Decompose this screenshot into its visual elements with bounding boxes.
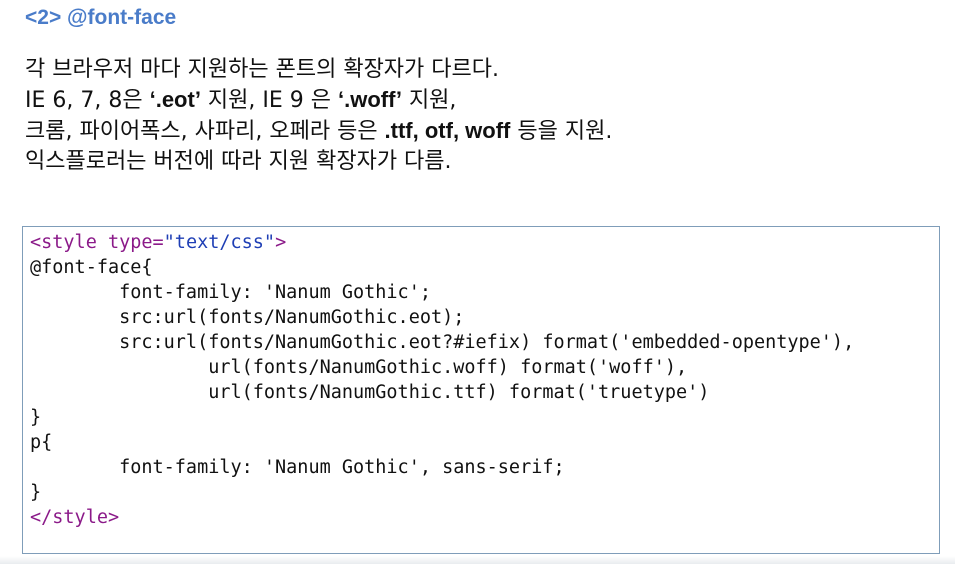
description-line-1: 각 브라우저 마다 지원하는 폰트의 확장자가 다르다. — [25, 57, 499, 82]
ie-versions-text: IE 6, 7, 8은 — [25, 88, 150, 113]
code-line-12: </style> — [30, 507, 120, 528]
browsers-text: 크롬, 파이어폭스, 사파리, 오페라 등은 — [25, 119, 385, 144]
style-tag-open: <style — [30, 232, 108, 253]
extensions-list: .ttf, otf, woff — [384, 118, 511, 143]
section-heading: <2> @font-face — [25, 6, 177, 29]
type-value: "text/css" — [163, 232, 276, 253]
code-line-11: } — [30, 482, 42, 503]
code-line-8: } — [30, 407, 42, 428]
code-line-4: src:url(fonts/NanumGothic.eot); — [30, 307, 465, 328]
eot-extension: ‘.eot’ — [149, 87, 201, 112]
support-text-2: 등을 지원. — [510, 119, 613, 144]
code-line-1: <style type="text/css"> — [30, 230, 939, 255]
bottom-edge-shadow — [0, 556, 955, 564]
description-line-3: 크롬, 파이어폭스, 사파리, 오페라 등은 .ttf, otf, woff 등… — [25, 116, 945, 147]
support-text: 지원, — [401, 88, 457, 113]
description-line-4: 익스플로러는 버전에 따라 지원 확장자가 다름. — [25, 149, 452, 174]
ie9-text: 지원, IE 9 은 — [200, 88, 339, 113]
style-tag-bracket: > — [275, 232, 287, 253]
code-line-6: url(fonts/NanumGothic.woff) format('woff… — [30, 357, 688, 378]
woff-extension: ‘.woff’ — [338, 87, 402, 112]
code-line-2: @font-face{ — [30, 257, 153, 278]
description-paragraph: 각 브라우저 마다 지원하는 폰트의 확장자가 다르다. IE 6, 7, 8은… — [25, 55, 945, 177]
code-line-7: url(fonts/NanumGothic.ttf) format('truet… — [30, 382, 710, 403]
code-line-10: font-family: 'Nanum Gothic', sans-serif; — [30, 457, 565, 478]
code-line-5: src:url(fonts/NanumGothic.eot?#iefix) fo… — [30, 332, 855, 353]
type-attribute: type= — [107, 232, 164, 253]
code-line-9: p{ — [30, 432, 53, 453]
code-line-3: font-family: 'Nanum Gothic'; — [30, 282, 431, 303]
code-block: <style type="text/css"> @font-face{ font… — [22, 226, 940, 554]
description-line-2: IE 6, 7, 8은 ‘.eot’ 지원, IE 9 은 ‘.woff’ 지원… — [25, 85, 945, 116]
